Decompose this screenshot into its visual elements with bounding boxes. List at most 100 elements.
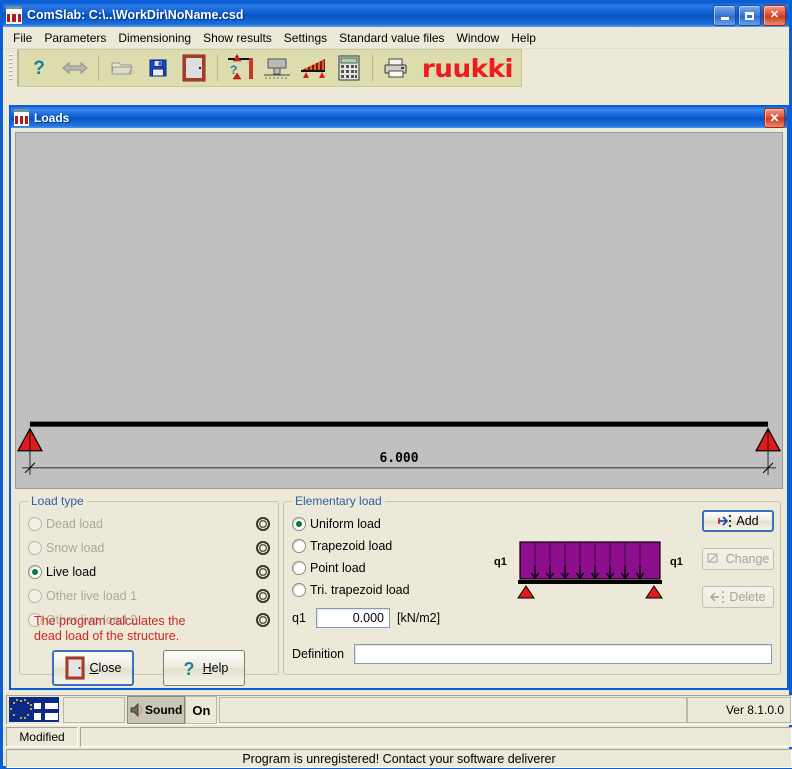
- delete-icon: [710, 591, 725, 603]
- cross-section-button[interactable]: [261, 53, 293, 83]
- maximize-button[interactable]: [738, 5, 761, 26]
- menubar: File Parameters Dimensioning Show result…: [3, 27, 789, 49]
- menu-item-show-results[interactable]: Show results: [197, 29, 278, 47]
- load-type-label: Dead load: [46, 516, 103, 531]
- q1-input[interactable]: 0.000: [316, 608, 390, 628]
- elementary-load-legend: Elementary load: [292, 494, 385, 508]
- elementary-load-label: Point load: [310, 560, 366, 575]
- radio-icon: [28, 540, 42, 555]
- elementary-load-option-uniform-load[interactable]: Uniform load: [292, 514, 482, 533]
- toolbar-separator-3: [372, 55, 373, 81]
- menu-item-file[interactable]: File: [7, 29, 38, 47]
- change-button-label: Change: [725, 552, 770, 566]
- menu-item-settings[interactable]: Settings: [278, 29, 333, 47]
- toolbar-separator: [98, 55, 99, 81]
- elementary-load-option-tri-trapezoid-load[interactable]: Tri. trapezoid load: [292, 580, 482, 599]
- loads-dialog: Loads ✕ 6.000 Load type Dead load Snow l…: [9, 105, 789, 690]
- help-button-label: Help: [202, 661, 229, 675]
- modified-indicator: Modified: [6, 727, 78, 747]
- load-type-label: Snow load: [46, 540, 105, 555]
- status-spacer-1: [63, 697, 125, 723]
- version-panel: Ver 8.1.0.0: [687, 697, 791, 723]
- comslab-icon: [6, 6, 22, 24]
- menu-item-parameters[interactable]: Parameters: [38, 29, 112, 47]
- close-button[interactable]: ✕: [763, 5, 786, 26]
- svg-text:?: ?: [183, 659, 194, 678]
- load-type-option-other-live-load-1[interactable]: Other live load 1: [28, 586, 270, 605]
- dead-load-note-line2: dead load of the structure.: [34, 629, 180, 643]
- eu-finland-flag-icon: [9, 697, 61, 723]
- gear-icon[interactable]: [256, 588, 270, 603]
- door-icon: [65, 656, 85, 680]
- sound-toggle-button[interactable]: Sound On: [127, 696, 218, 724]
- toolbar-band: ? ? ruukki: [17, 49, 522, 87]
- speaker-icon: [130, 702, 143, 718]
- q1-unit: [kN/m2]: [397, 611, 441, 625]
- status-spacer-2: [219, 697, 687, 723]
- close-dialog-button[interactable]: Close: [52, 650, 134, 686]
- radio-icon: [292, 560, 306, 575]
- print-button[interactable]: [380, 53, 412, 83]
- elementary-load-label: Uniform load: [310, 516, 381, 531]
- beam-loads-button[interactable]: [297, 53, 329, 83]
- elementary-load-option-trapezoid-load[interactable]: Trapezoid load: [292, 536, 482, 555]
- preview-left-label: q1: [494, 556, 507, 568]
- sound-label: Sound: [145, 703, 183, 717]
- menu-item-help[interactable]: Help: [505, 29, 542, 47]
- load-type-group: Load type Dead load Snow load Live load …: [19, 494, 279, 686]
- definition-input[interactable]: [354, 644, 772, 664]
- loads-titlebar: Loads ✕: [11, 107, 787, 128]
- radio-icon: [292, 582, 306, 597]
- loads-window-icon: [14, 109, 29, 126]
- window-title: ComSlab: C:\..\WorkDir\NoName.csd: [27, 8, 244, 22]
- status-panel-bottom: Program is unregistered! Contact your so…: [6, 749, 792, 768]
- close-icon: ✕: [769, 111, 780, 125]
- definition-label: Definition: [292, 647, 345, 661]
- beam-supports-question-icon: ?: [228, 54, 253, 80]
- svg-text:?: ?: [33, 58, 45, 79]
- beam-span-label: 6.000: [379, 451, 418, 466]
- application-window: ComSlab: C:\..\WorkDir\NoName.csd ✕ File…: [0, 0, 792, 769]
- load-preview: q1 q1: [482, 538, 697, 606]
- add-button[interactable]: Add: [702, 510, 774, 532]
- open-folder-button[interactable]: [106, 53, 138, 83]
- q1-label: q1: [292, 611, 306, 625]
- elementary-load-option-point-load[interactable]: Point load: [292, 558, 482, 577]
- toolbar-grip[interactable]: [9, 54, 13, 82]
- load-type-option-snow-load[interactable]: Snow load: [28, 538, 270, 557]
- beam-loads-icon: [301, 59, 325, 78]
- elementary-load-label: Tri. trapezoid load: [310, 582, 410, 597]
- gear-icon[interactable]: [256, 540, 270, 555]
- status-panel-top: Sound On Ver 8.1.0.0: [6, 695, 792, 725]
- floppy-disk-icon: [149, 59, 167, 77]
- folder-icon: [111, 62, 133, 75]
- version-label: Ver 8.1.0.0: [725, 703, 784, 717]
- loads-close-button[interactable]: ✕: [764, 108, 785, 128]
- elementary-load-group: Elementary load Uniform load Trapezoid l…: [283, 494, 781, 675]
- close-icon: ✕: [769, 9, 780, 21]
- load-type-option-live-load[interactable]: Live load: [28, 562, 270, 581]
- gear-icon[interactable]: [256, 516, 270, 531]
- load-type-option-dead-load[interactable]: Dead load: [28, 514, 270, 533]
- gear-icon[interactable]: [256, 564, 270, 579]
- supports-help-button[interactable]: ?: [225, 53, 257, 83]
- help-question-button[interactable]: ?: [23, 53, 55, 83]
- toolbar: ? ? ruukki: [3, 49, 789, 87]
- menu-item-standard-value-files[interactable]: Standard value files: [333, 29, 450, 47]
- help-dialog-button[interactable]: ? Help: [163, 650, 245, 686]
- ruukki-logo: ruukki: [421, 53, 514, 83]
- calculator-button[interactable]: [333, 53, 365, 83]
- resize-arrows-button[interactable]: [59, 53, 91, 83]
- printer-icon: [384, 58, 407, 78]
- load-type-label: Live load: [46, 564, 97, 579]
- menu-item-window[interactable]: Window: [451, 29, 506, 47]
- slab-section-button[interactable]: [178, 53, 210, 83]
- minimize-icon: [720, 17, 729, 20]
- elementary-load-label: Trapezoid load: [310, 538, 393, 553]
- save-button[interactable]: [142, 53, 174, 83]
- close-button-label: Close: [89, 661, 122, 675]
- minimize-button[interactable]: [713, 5, 736, 26]
- beam-drawing-canvas[interactable]: 6.000: [15, 132, 783, 489]
- menu-item-dimensioning[interactable]: Dimensioning: [112, 29, 197, 47]
- status-panel-middle: Modified: [6, 727, 792, 747]
